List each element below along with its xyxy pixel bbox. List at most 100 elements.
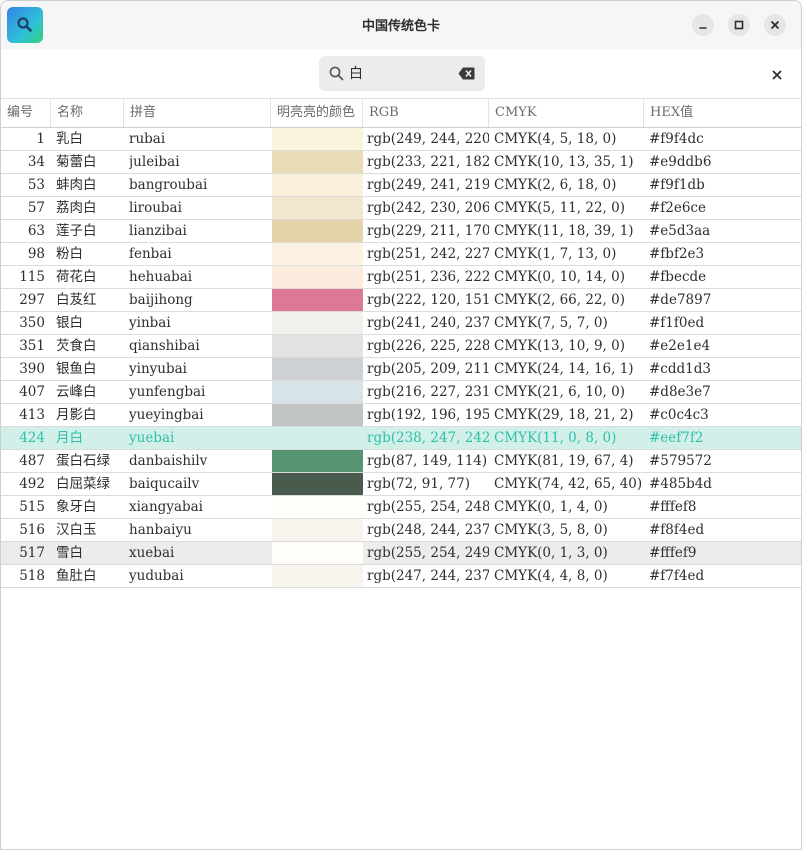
search-input[interactable] (349, 62, 449, 84)
table-row[interactable]: 34 菊蕾白 juleibai rgb(233, 221, 182) CMYK(10, … (1, 151, 801, 174)
column-header-hex[interactable]: HEX值 (644, 99, 801, 127)
search-icon (329, 66, 344, 81)
cell-hex: #e5d3aa (649, 223, 711, 239)
cell-name: 粉白 (56, 246, 83, 262)
cell-pinyin: yudubai (129, 568, 184, 584)
cell-hex: #c0c4c3 (649, 407, 709, 423)
maximize-button[interactable] (728, 14, 750, 36)
table-row[interactable]: 492 白屈菜绿 baiqucailv rgb(72, 91, 77) CMYK(74,… (1, 473, 801, 496)
table-row[interactable]: 413 月影白 yueyingbai rgb(192, 196, 195) CMYK(2… (1, 404, 801, 427)
cell-name: 象牙白 (56, 499, 97, 515)
cell-rgb: rgb(248, 244, 237) (367, 522, 489, 538)
table-row[interactable]: 517 雪白 xuebai rgb(255, 254, 249) CMYK(0, 1, … (1, 542, 801, 565)
cell-rgb: rgb(238, 247, 242) (367, 430, 489, 446)
table-row[interactable]: 98 粉白 fenbai rgb(251, 242, 227) CMYK(1, 7, 1… (1, 243, 801, 266)
cell-name: 银白 (56, 315, 83, 331)
cell-name: 白屈菜绿 (56, 476, 110, 492)
cell-hex: #eef7f2 (649, 430, 704, 446)
close-window-button[interactable] (764, 14, 786, 36)
table-row[interactable]: 53 蚌肉白 bangroubai rgb(249, 241, 219) CMYK(2,… (1, 174, 801, 197)
search-entry[interactable] (319, 56, 485, 91)
cell-hex: #f9f1db (649, 177, 705, 193)
cell-rgb: rgb(251, 236, 222) (367, 269, 489, 285)
cell-rgb: rgb(205, 209, 211) (367, 361, 489, 377)
cell-cmyk: CMYK(0, 1, 4, 0) (494, 499, 608, 515)
cell-number: 487 (19, 453, 45, 469)
cell-number: 518 (19, 568, 45, 584)
cell-pinyin: lianzibai (129, 223, 187, 239)
cell-swatch (272, 450, 363, 472)
app-window: 中国传统色卡 白 编号 名称 拼音 明亮亮的颜色 RGB CMYK HEX值 1… (0, 0, 802, 850)
cell-cmyk: CMYK(0, 10, 14, 0) (494, 269, 625, 285)
table-row[interactable]: 1 乳白 rubai rgb(249, 244, 220) CMYK(4, 5, 18,… (1, 128, 801, 151)
cell-number: 492 (19, 476, 45, 492)
cell-number: 351 (19, 338, 45, 354)
cell-pinyin: yinyubai (129, 361, 187, 377)
cell-pinyin: rubai (129, 131, 166, 147)
column-header-name[interactable]: 名称 (51, 99, 124, 127)
cell-number: 413 (19, 407, 45, 423)
column-header-swatch[interactable]: 明亮亮的颜色 (271, 99, 363, 127)
cell-rgb: rgb(72, 91, 77) (367, 476, 470, 492)
cell-name: 汉白玉 (56, 522, 97, 538)
column-header-rgb[interactable]: RGB (363, 99, 489, 127)
cell-pinyin: qianshibai (129, 338, 200, 354)
table-row[interactable]: 487 蛋白石绿 danbaishilv rgb(87, 149, 114) CMYK(… (1, 450, 801, 473)
cell-swatch (272, 312, 363, 334)
table-row[interactable]: 57 荔肉白 liroubai rgb(242, 230, 206) CMYK(5, 1… (1, 197, 801, 220)
cell-cmyk: CMYK(3, 5, 8, 0) (494, 522, 608, 538)
cell-name: 月影白 (56, 407, 97, 423)
cell-number: 115 (19, 269, 45, 285)
table-body: 1 乳白 rubai rgb(249, 244, 220) CMYK(4, 5, 18,… (1, 128, 801, 588)
cell-rgb: rgb(233, 221, 182) (367, 154, 489, 170)
table-row[interactable]: 516 汉白玉 hanbaiyu rgb(248, 244, 237) CMYK(3, … (1, 519, 801, 542)
cell-pinyin: bangroubai (129, 177, 208, 193)
column-header-pinyin[interactable]: 拼音 (124, 99, 271, 127)
table-row[interactable]: 424 月白 yuebai rgb(238, 247, 242) CMYK(11, 0,… (1, 427, 801, 450)
cell-pinyin: baijihong (129, 292, 193, 308)
table-row[interactable]: 407 云峰白 yunfengbai rgb(216, 227, 231) CMYK(2… (1, 381, 801, 404)
cell-cmyk: CMYK(7, 5, 7, 0) (494, 315, 608, 331)
table-row[interactable]: 115 荷花白 hehuabai rgb(251, 236, 222) CMYK(0, … (1, 266, 801, 289)
cell-pinyin: danbaishilv (129, 453, 208, 469)
cell-number: 53 (27, 177, 45, 193)
cell-hex: #e9ddb6 (649, 154, 712, 170)
close-search-icon[interactable] (771, 69, 783, 81)
cell-cmyk: CMYK(74, 42, 65, 40) (494, 476, 643, 492)
cell-pinyin: hehuabai (129, 269, 193, 285)
cell-name: 鱼肚白 (56, 568, 97, 584)
cell-pinyin: juleibai (129, 154, 180, 170)
cell-name: 银鱼白 (56, 361, 97, 377)
clear-text-icon[interactable] (458, 67, 475, 80)
cell-swatch (272, 358, 363, 380)
cell-name: 芡食白 (56, 338, 97, 354)
cell-hex: #fbf2e3 (649, 246, 705, 262)
minimize-button[interactable] (692, 14, 714, 36)
cell-hex: #579572 (649, 453, 712, 469)
cell-number: 424 (19, 430, 45, 446)
cell-number: 516 (19, 522, 45, 538)
cell-cmyk: CMYK(4, 5, 18, 0) (494, 131, 617, 147)
table-row[interactable]: 350 银白 yinbai rgb(241, 240, 237) CMYK(7, 5, … (1, 312, 801, 335)
cell-rgb: rgb(216, 227, 231) (367, 384, 489, 400)
table-row[interactable]: 351 芡食白 qianshibai rgb(226, 225, 228) CMYK(1… (1, 335, 801, 358)
cell-name: 白芨红 (56, 292, 97, 308)
table-row[interactable]: 518 鱼肚白 yudubai rgb(247, 244, 237) CMYK(4, 4… (1, 565, 801, 588)
column-header-cmyk[interactable]: CMYK (489, 99, 644, 127)
table-row[interactable]: 515 象牙白 xiangyabai rgb(255, 254, 248) CMYK(0… (1, 496, 801, 519)
cell-cmyk: CMYK(2, 66, 22, 0) (494, 292, 625, 308)
cell-swatch (272, 381, 363, 403)
cell-cmyk: CMYK(2, 6, 18, 0) (494, 177, 617, 193)
table-row[interactable]: 297 白芨红 baijihong rgb(222, 120, 151) CMYK(2,… (1, 289, 801, 312)
cell-pinyin: yuebai (129, 430, 175, 446)
cell-swatch (272, 496, 363, 518)
cell-pinyin: yunfengbai (129, 384, 206, 400)
cell-name: 荔肉白 (56, 200, 97, 216)
cell-hex: #de7897 (649, 292, 712, 308)
cell-hex: #d8e3e7 (649, 384, 711, 400)
close-icon (770, 20, 780, 30)
table-row[interactable]: 63 莲子白 lianzibai rgb(229, 211, 170) CMYK(11,… (1, 220, 801, 243)
table-row[interactable]: 390 银鱼白 yinyubai rgb(205, 209, 211) CMYK(24,… (1, 358, 801, 381)
column-header-number[interactable]: 编号 (1, 99, 51, 127)
cell-number: 297 (19, 292, 45, 308)
